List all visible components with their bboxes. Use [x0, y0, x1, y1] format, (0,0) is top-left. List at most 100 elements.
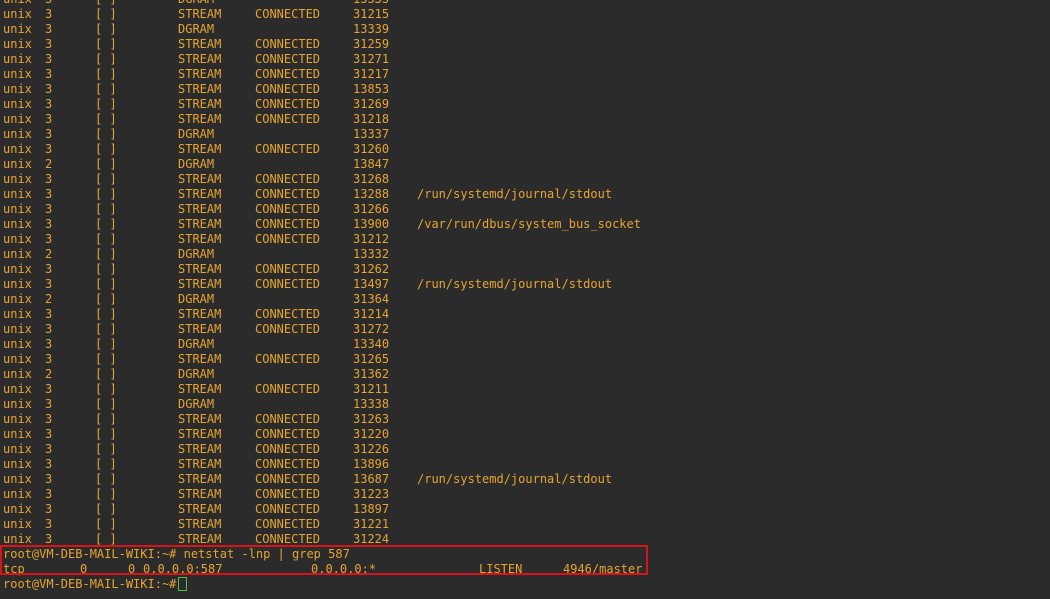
socket-flags: [ ] [95, 82, 117, 96]
socket-flags: [ ] [95, 157, 117, 171]
socket-flags: [ ] [95, 127, 117, 141]
socket-flags: [ ] [95, 292, 117, 306]
socket-type: DGRAM [178, 157, 215, 171]
socket-inode: 31272 [353, 322, 390, 336]
socket-flags: [ ] [95, 412, 117, 426]
socket-refcnt: 3 [45, 487, 53, 501]
socket-flags: [ ] [95, 262, 117, 276]
socket-refcnt: 3 [45, 112, 53, 126]
socket-flags: [ ] [95, 0, 117, 7]
socket-state: CONNECTED [255, 112, 321, 126]
socket-inode: 31211 [353, 382, 390, 396]
socket-type: STREAM [178, 442, 222, 456]
socket-type: DGRAM [178, 22, 215, 36]
socket-flags: [ ] [95, 22, 117, 36]
socket-refcnt: 3 [45, 52, 53, 66]
socket-inode: 31362 [353, 367, 390, 381]
socket-proto: unix [3, 517, 32, 531]
socket-flags: [ ] [95, 367, 117, 381]
socket-flags: [ ] [95, 52, 117, 66]
socket-type: STREAM [178, 67, 222, 81]
socket-type: STREAM [178, 382, 222, 396]
socket-refcnt: 3 [45, 397, 53, 411]
socket-proto: unix [3, 322, 32, 336]
socket-refcnt: 3 [45, 7, 53, 21]
terminal-cursor[interactable] [178, 577, 187, 591]
socket-row: unix 2 [ ] DGRAM 13332 [0, 247, 1050, 262]
socket-row: unix 3 [ ] STREAM CONNECTED 13897 [0, 502, 1050, 517]
socket-state: CONNECTED [255, 277, 321, 291]
socket-row: unix 3 [ ] STREAM CONNECTED 13900/var/run/dbu… [0, 217, 1050, 232]
command-line: root@VM-DEB-MAIL-WIKI:~# netstat -lnp | … [0, 547, 1050, 562]
socket-state: CONNECTED [255, 37, 321, 51]
socket-proto: unix [3, 427, 32, 441]
socket-inode: 31265 [353, 352, 390, 366]
socket-refcnt: 3 [45, 187, 53, 201]
socket-row: unix 3 [ ] STREAM CONNECTED 13853 [0, 82, 1050, 97]
socket-refcnt: 3 [45, 352, 53, 366]
socket-inode: 31269 [353, 97, 390, 111]
socket-inode: 31217 [353, 67, 390, 81]
socket-row: unix 3 [ ] DGRAM 13339 [0, 22, 1050, 37]
socket-inode: 13332 [353, 247, 390, 261]
socket-flags: [ ] [95, 352, 117, 366]
socket-flags: [ ] [95, 187, 117, 201]
socket-inode: 31263 [353, 412, 390, 426]
socket-state: CONNECTED [255, 442, 321, 456]
socket-proto: unix [3, 382, 32, 396]
socket-inode: 13896 [353, 457, 390, 471]
socket-proto: unix [3, 127, 32, 141]
active-prompt-line[interactable]: root@VM-DEB-MAIL-WIKI:~# [0, 577, 1050, 592]
socket-refcnt: 3 [45, 97, 53, 111]
socket-state: CONNECTED [255, 382, 321, 396]
socket-refcnt: 3 [45, 427, 53, 441]
socket-flags: [ ] [95, 442, 117, 456]
socket-state: CONNECTED [255, 7, 321, 21]
socket-proto: unix [3, 22, 32, 36]
socket-flags: [ ] [95, 112, 117, 126]
socket-flags: [ ] [95, 472, 117, 486]
socket-state: CONNECTED [255, 202, 321, 216]
socket-proto: unix [3, 262, 32, 276]
socket-row: unix 3 [ ] STREAM CONNECTED 31260 [0, 142, 1050, 157]
tcp-proto: tcp [3, 562, 25, 576]
socket-type: STREAM [178, 472, 222, 486]
socket-type: STREAM [178, 172, 222, 186]
socket-type: STREAM [178, 7, 222, 21]
socket-proto: unix [3, 337, 32, 351]
socket-refcnt: 3 [45, 142, 53, 156]
socket-row: unix 2 [ ] DGRAM 13847 [0, 157, 1050, 172]
socket-proto: unix [3, 532, 32, 546]
socket-type: STREAM [178, 502, 222, 516]
socket-row: unix 3 [ ] STREAM CONNECTED 31221 [0, 517, 1050, 532]
socket-proto: unix [3, 202, 32, 216]
socket-proto: unix [3, 457, 32, 471]
socket-state: CONNECTED [255, 142, 321, 156]
socket-flags: [ ] [95, 67, 117, 81]
socket-flags: [ ] [95, 397, 117, 411]
socket-state: CONNECTED [255, 172, 321, 186]
terminal-window[interactable]: unix 3 [ ] DGRAM 13335 unix 3 [ ] STREAM CONNECTE… [0, 0, 1050, 599]
socket-state: CONNECTED [255, 532, 321, 546]
socket-state: CONNECTED [255, 502, 321, 516]
socket-type: STREAM [178, 517, 222, 531]
socket-row: unix 3 [ ] STREAM CONNECTED 31220 [0, 427, 1050, 442]
socket-flags: [ ] [95, 142, 117, 156]
socket-inode: 13337 [353, 127, 390, 141]
socket-inode: 13288 [353, 187, 390, 201]
socket-type: STREAM [178, 142, 222, 156]
socket-flags: [ ] [95, 202, 117, 216]
socket-refcnt: 2 [45, 157, 53, 171]
socket-state: CONNECTED [255, 97, 321, 111]
socket-row: unix 3 [ ] STREAM CONNECTED 31211 [0, 382, 1050, 397]
socket-inode: 13339 [353, 22, 390, 36]
tcp-state: LISTEN [479, 562, 523, 576]
socket-state: CONNECTED [255, 82, 321, 96]
socket-state: CONNECTED [255, 472, 321, 486]
socket-refcnt: 3 [45, 472, 53, 486]
socket-type: DGRAM [178, 0, 214, 7]
socket-refcnt: 3 [45, 232, 53, 246]
socket-inode: 31268 [353, 172, 390, 186]
socket-row: unix 3 [ ] STREAM CONNECTED 13687/run/systemd… [0, 472, 1050, 487]
socket-flags: [ ] [95, 37, 117, 51]
